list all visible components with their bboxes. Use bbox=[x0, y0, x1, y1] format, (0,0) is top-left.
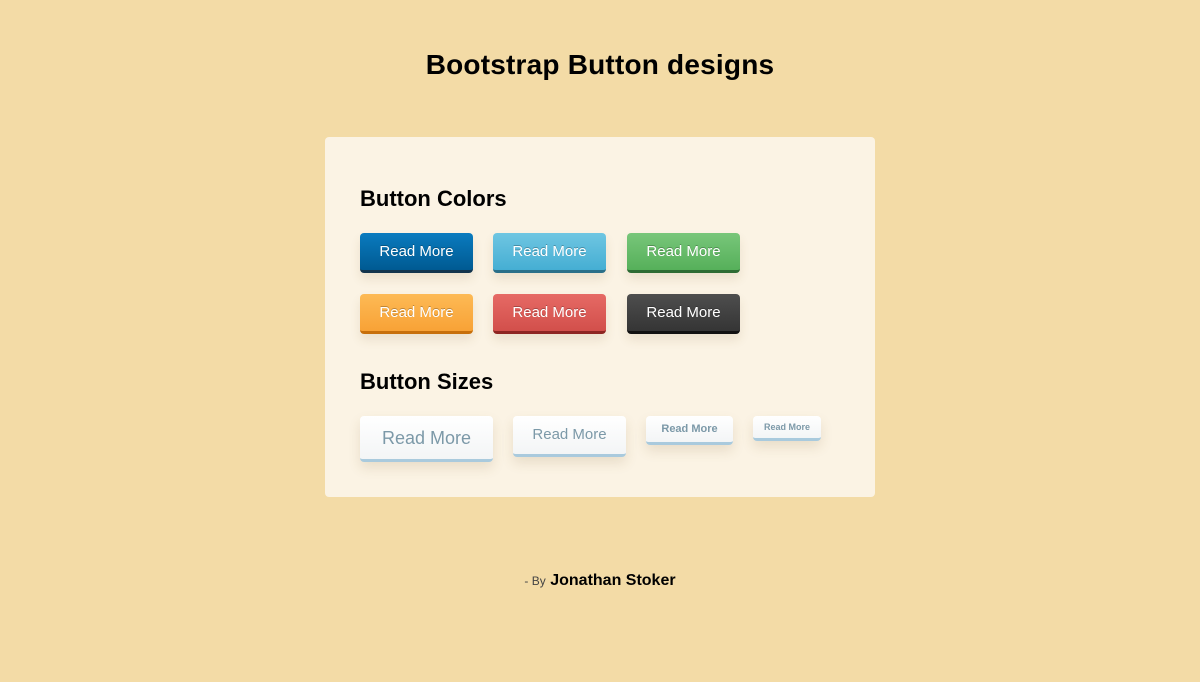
footer-prefix: - By bbox=[524, 574, 546, 588]
footer-credit: - By Jonathan Stoker bbox=[0, 571, 1200, 591]
info-read-more-button[interactable]: Read More bbox=[493, 233, 606, 273]
button-sizes-heading: Button Sizes bbox=[360, 369, 494, 394]
warning-read-more-button[interactable]: Read More bbox=[360, 294, 473, 334]
page-title: Bootstrap Button designs bbox=[425, 49, 775, 80]
buttons-panel: Button Colors Read More Read More Read M… bbox=[325, 137, 875, 497]
primary-read-more-button[interactable]: Read More bbox=[360, 233, 473, 273]
mini-read-more-button[interactable]: Read More bbox=[753, 416, 821, 441]
footer-author: Jonathan Stoker bbox=[550, 572, 676, 589]
success-read-more-button[interactable]: Read More bbox=[627, 233, 740, 273]
default-read-more-button[interactable]: Read More bbox=[513, 416, 626, 457]
inverse-read-more-button[interactable]: Read More bbox=[627, 294, 740, 334]
small-read-more-button[interactable]: Read More bbox=[646, 416, 733, 445]
danger-read-more-button[interactable]: Read More bbox=[493, 294, 606, 334]
button-colors-heading: Button Colors bbox=[360, 186, 507, 211]
page: Bootstrap Button designs Button Colors R… bbox=[0, 0, 1200, 682]
large-read-more-button[interactable]: Read More bbox=[360, 416, 493, 462]
